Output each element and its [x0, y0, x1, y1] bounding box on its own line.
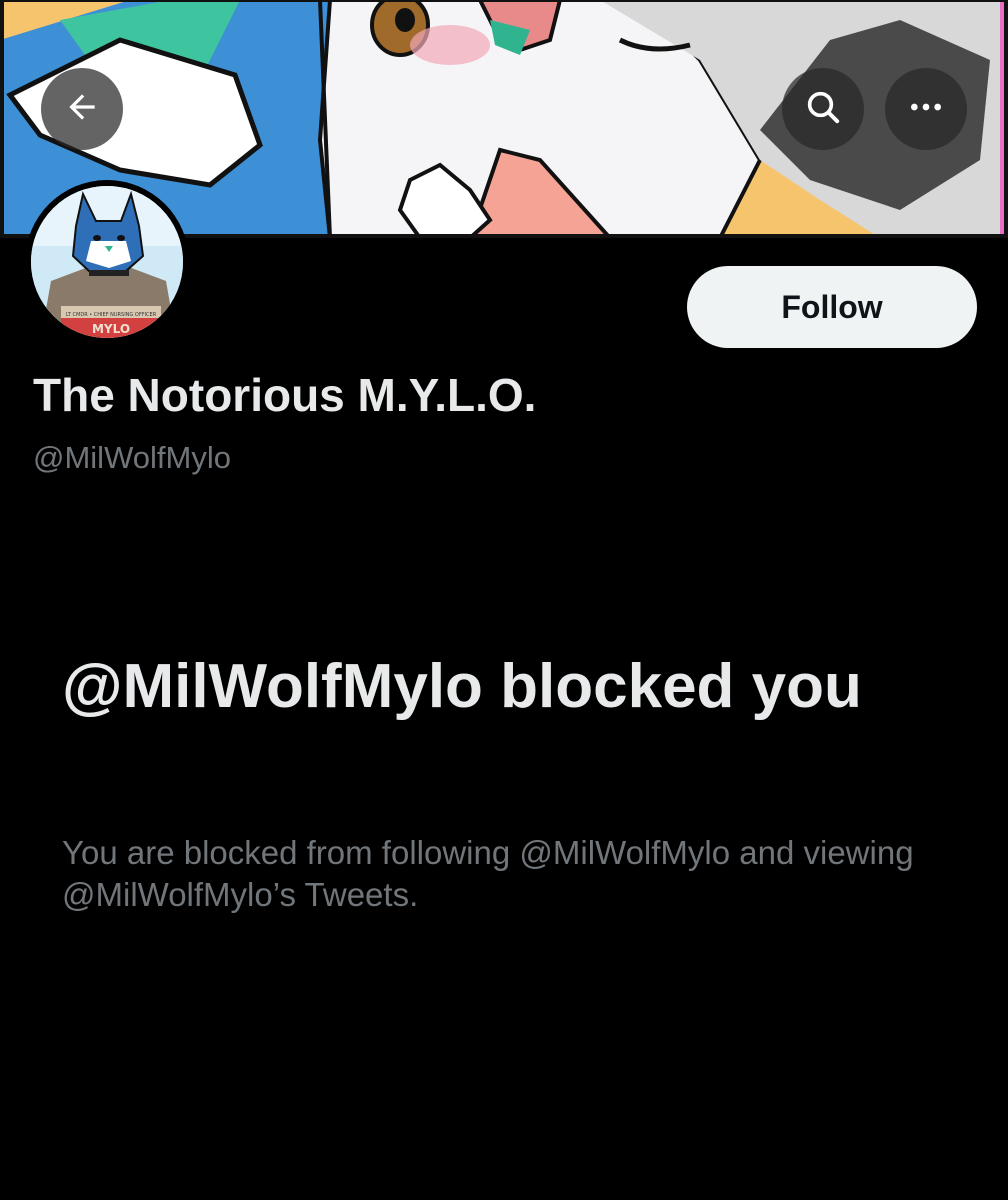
profile-handle: @MilWolfMylo: [33, 440, 231, 475]
search-button[interactable]: [782, 68, 864, 150]
arrow-left-icon: [63, 88, 101, 131]
avatar-badge-line: LT CMDR • CHIEF NURSING OFFICER: [66, 312, 157, 318]
profile-display-name: The Notorious M.Y.L.O.: [33, 369, 537, 421]
search-icon: [803, 87, 843, 132]
blocked-description: You are blocked from following @MilWolfM…: [62, 834, 914, 913]
more-options-button[interactable]: [885, 68, 967, 150]
back-button[interactable]: [41, 68, 123, 150]
avatar-image: LT CMDR • CHIEF NURSING OFFICER MYLO: [31, 186, 183, 338]
blocked-title: @MilWolfMylo blocked you: [62, 652, 862, 721]
follow-button[interactable]: Follow: [687, 266, 977, 348]
more-horizontal-icon: [906, 87, 946, 132]
avatar[interactable]: LT CMDR • CHIEF NURSING OFFICER MYLO: [25, 180, 189, 344]
avatar-badge-name: MYLO: [92, 322, 130, 336]
